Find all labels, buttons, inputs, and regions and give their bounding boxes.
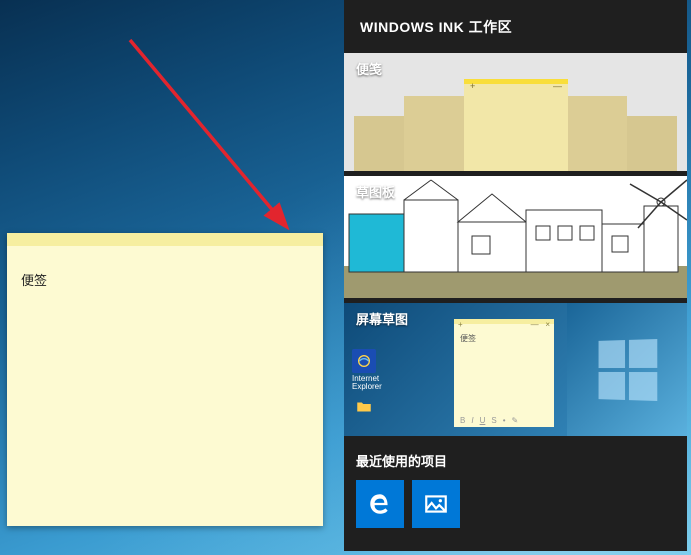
screen-sketch-label: 屏幕草图 xyxy=(356,309,408,328)
sticky-note-content[interactable]: 便签 xyxy=(7,246,323,313)
sticky-notes-preview: +— xyxy=(344,79,687,171)
ie-icon xyxy=(352,349,376,373)
edge-icon xyxy=(367,491,393,517)
windows-ink-workspace-panel: WINDOWS INK 工作区 便笺 +— 草图板 xyxy=(344,0,687,551)
sketchpad-preview xyxy=(344,176,687,298)
panel-title: WINDOWS INK 工作区 xyxy=(344,0,687,53)
recent-tile-edge[interactable] xyxy=(356,480,404,528)
screen-sketch-preview-right xyxy=(567,303,687,436)
sticky-notes-label: 便笺 xyxy=(356,59,382,78)
windows-logo-icon xyxy=(599,339,658,401)
photos-icon xyxy=(423,491,449,517)
sticky-note-titlebar[interactable] xyxy=(7,233,323,246)
screen-sketch-tile[interactable]: 屏幕草图 Internet Explorer +— × 便签 BIUS•✎ xyxy=(344,303,687,436)
sticky-note-window[interactable]: 便签 xyxy=(7,233,323,526)
recent-section: 最近使用的项目 xyxy=(344,441,687,534)
screen-sketch-note-preview: +— × 便签 BIUS•✎ xyxy=(454,319,554,427)
sketchpad-label: 草图板 xyxy=(356,182,395,201)
sticky-notes-tile[interactable]: 便笺 +— xyxy=(344,53,687,171)
folder-icon xyxy=(352,395,376,419)
recent-tile-photos[interactable] xyxy=(412,480,460,528)
sketchpad-tile[interactable]: 草图板 xyxy=(344,176,687,298)
recent-label: 最近使用的项目 xyxy=(356,451,675,470)
